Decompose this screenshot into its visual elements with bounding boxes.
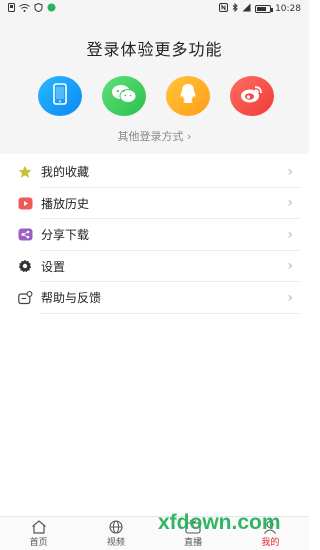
menu-item-label: 分享下载 — [41, 228, 90, 243]
nav-item-label: 我的 — [261, 537, 280, 548]
menu-item-share-download[interactable]: 分享下载 › — [0, 219, 309, 251]
wechat-login-button[interactable] — [102, 76, 146, 116]
nav-item-label: 首页 — [29, 537, 48, 548]
share-download-icon — [17, 227, 33, 243]
menu-item-settings[interactable]: 设置 › — [0, 251, 309, 283]
chevron-right-icon: › — [287, 289, 293, 306]
chevron-right-icon: › — [287, 195, 293, 212]
login-header: 登录体验更多功能 其他登录方式 › — [0, 18, 309, 154]
help-feedback-icon — [17, 290, 33, 306]
home-icon — [31, 519, 47, 534]
weibo-login-button[interactable] — [230, 76, 274, 116]
watermark-text: xfdown.com — [158, 511, 281, 534]
bluetooth-icon — [232, 2, 238, 15]
login-buttons — [38, 76, 274, 116]
phone-login-button[interactable] — [38, 76, 82, 116]
play-history-icon — [17, 195, 33, 211]
signal-icon — [242, 3, 251, 15]
qq-icon — [178, 83, 198, 109]
status-bar: 10:28 — [0, 0, 309, 18]
chat-dot-icon — [47, 3, 56, 15]
login-title: 登录体验更多功能 — [86, 40, 223, 59]
other-login-label: 其他登录方式 — [117, 130, 184, 143]
wifi-icon — [19, 3, 30, 15]
wechat-icon — [111, 84, 137, 108]
nav-item-video[interactable]: 视频 — [77, 517, 154, 550]
menu-item-label: 设置 — [41, 259, 66, 274]
menu-item-favorites[interactable]: 我的收藏 › — [0, 156, 309, 188]
menu-item-label: 帮助与反馈 — [41, 291, 102, 306]
menu-item-label: 我的收藏 — [41, 165, 90, 180]
gear-icon — [17, 258, 33, 274]
chevron-right-icon: › — [287, 163, 293, 180]
menu-item-help-feedback[interactable]: 帮助与反馈 › — [0, 282, 309, 314]
status-left — [8, 2, 56, 15]
status-right: 10:28 — [219, 2, 301, 15]
status-time: 10:28 — [275, 4, 301, 14]
menu-item-play-history[interactable]: 播放历史 › — [0, 188, 309, 220]
other-login-link[interactable]: 其他登录方式 › — [0, 128, 309, 144]
weibo-icon — [240, 84, 264, 108]
nav-item-label: 直播 — [184, 537, 203, 548]
menu-item-label: 播放历史 — [41, 196, 90, 211]
globe-icon — [108, 519, 124, 534]
nfc-icon — [219, 3, 229, 15]
phone-icon — [53, 83, 67, 109]
battery-icon — [255, 5, 274, 13]
menu-list: 我的收藏 › 播放历史 › 分享下载 › 设置 › 帮助与反馈 › — [0, 156, 309, 314]
nav-item-label: 视频 — [106, 537, 125, 548]
chevron-right-icon: › — [187, 130, 192, 143]
sim-icon — [8, 3, 15, 15]
qq-login-button[interactable] — [166, 76, 210, 116]
star-icon — [17, 164, 33, 180]
chevron-right-icon: › — [287, 226, 293, 243]
nav-item-home[interactable]: 首页 — [0, 517, 77, 550]
chevron-right-icon: › — [287, 258, 293, 275]
shield-icon — [34, 2, 43, 15]
